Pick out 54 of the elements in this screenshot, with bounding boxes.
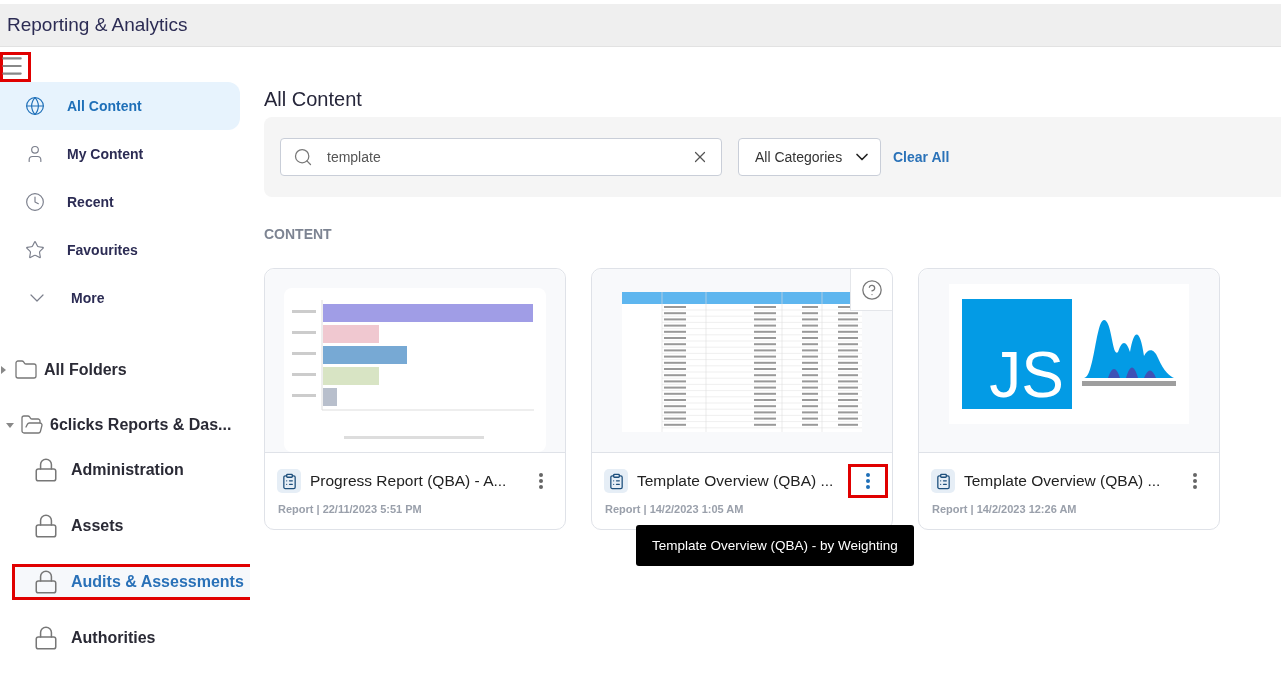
lock-icon — [33, 569, 59, 595]
star-icon — [25, 240, 45, 260]
folder-child-item[interactable]: Authorities — [12, 620, 173, 656]
help-icon — [860, 278, 883, 301]
folder-item[interactable]: All Folders — [0, 342, 250, 397]
more-icon — [866, 473, 870, 489]
nav-item[interactable]: Favourites — [0, 226, 240, 274]
tooltip: Template Overview (QBA) - by Weighting — [636, 525, 914, 566]
nav-item[interactable]: My Content — [0, 130, 240, 178]
folder-child-item[interactable]: Audits & Assessments — [12, 564, 250, 600]
nav-item[interactable]: All Content — [0, 82, 240, 130]
category-dropdown[interactable]: All Categories — [738, 138, 881, 176]
section-heading: CONTENT — [264, 226, 333, 242]
more-icon — [1193, 473, 1197, 489]
folder-item[interactable]: 6clicks Reports & Das... — [0, 397, 250, 452]
lock-icon — [33, 457, 59, 483]
nav-item[interactable]: Recent — [0, 178, 240, 226]
card-title[interactable]: Template Overview (QBA) ... — [637, 472, 839, 490]
clock-icon — [25, 192, 45, 212]
search-field[interactable]: template — [280, 138, 722, 176]
card-meta: Report | 14/2/2023 1:05 AM — [604, 503, 745, 515]
more-icon — [539, 473, 543, 489]
clear-all-link[interactable]: Clear All — [893, 149, 950, 165]
caret-icon[interactable] — [0, 365, 8, 374]
card-title[interactable]: Template Overview (QBA) ... — [964, 472, 1166, 490]
folder-label: Administration — [71, 461, 184, 479]
lock-icon — [33, 625, 59, 651]
js-logo: JS — [962, 299, 1072, 409]
lock-icon — [33, 513, 59, 539]
app-title: Reporting & Analytics — [7, 14, 188, 36]
nav-item[interactable]: More — [0, 274, 240, 322]
report-icon — [277, 469, 301, 493]
folder-label: Authorities — [71, 629, 156, 647]
report-card[interactable]: JS Template Overview (QBA) ... Report | 14/2/2023 12:26 AM — [918, 268, 1220, 530]
report-icon — [604, 469, 628, 493]
folder-icon — [20, 412, 44, 437]
search-icon — [293, 147, 313, 167]
search-input[interactable]: template — [325, 148, 679, 166]
menu-button[interactable] — [0, 52, 31, 82]
globe-icon — [25, 96, 45, 116]
more-options-button[interactable] — [848, 464, 888, 498]
folder-child-item[interactable]: Administration — [12, 452, 201, 488]
folder-child-item[interactable]: Assets — [12, 508, 141, 544]
report-card[interactable]: Progress Report (QBA) - A... Report | 22/11/2023 5:51 PM — [264, 268, 566, 530]
folder-label: Audits & Assessments — [71, 573, 244, 591]
caret-icon[interactable] — [6, 420, 14, 429]
card-title[interactable]: Progress Report (QBA) - A... — [310, 472, 512, 490]
page-title: All Content — [264, 88, 363, 111]
help-button[interactable] — [850, 269, 892, 311]
folder-icon — [14, 357, 38, 382]
folder-label: Assets — [71, 517, 124, 535]
card-meta: Report | 14/2/2023 12:26 AM — [931, 503, 1078, 515]
card-meta: Report | 22/11/2023 5:51 PM — [277, 503, 423, 515]
report-icon — [931, 469, 955, 493]
